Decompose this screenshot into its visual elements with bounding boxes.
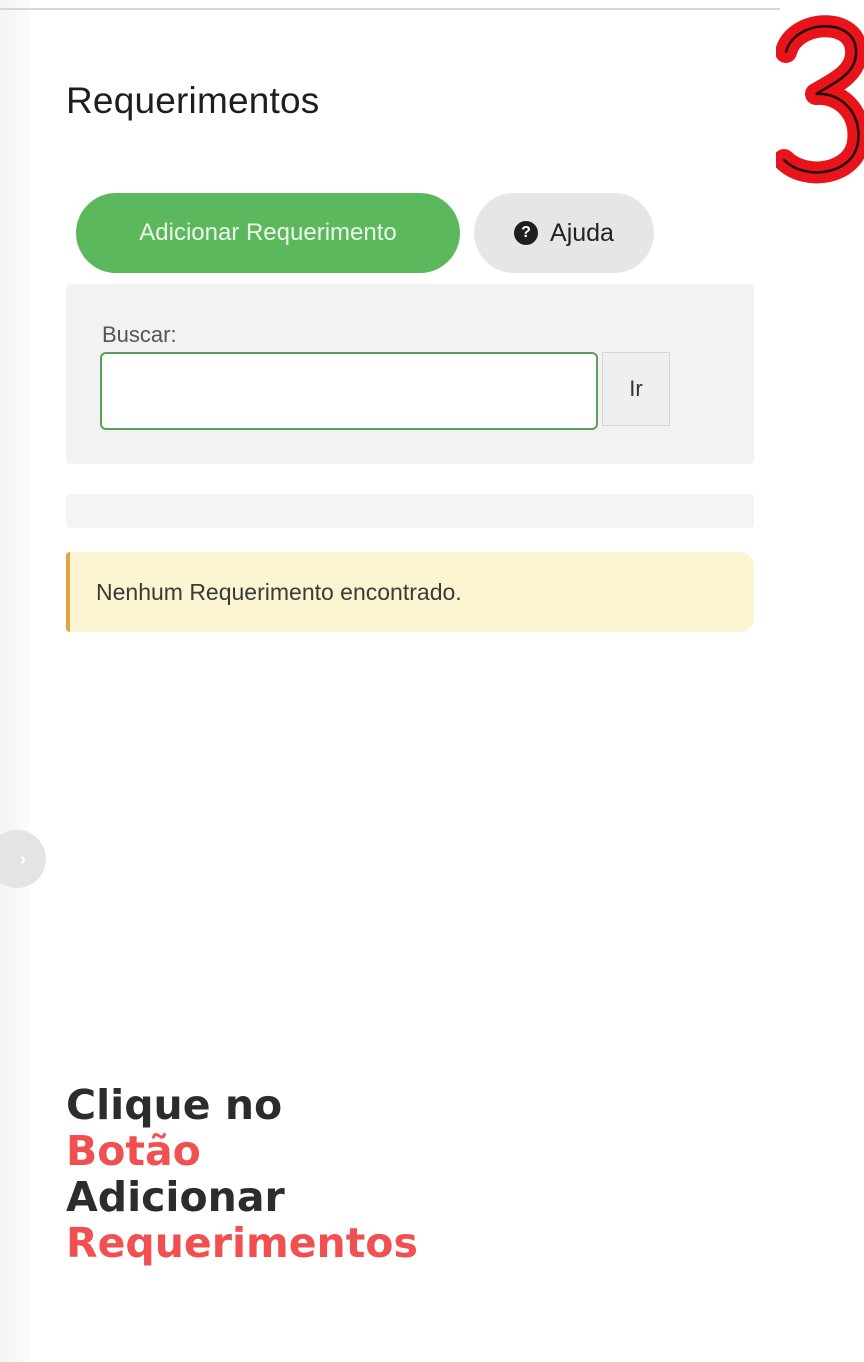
sidebar-strip	[0, 0, 30, 1362]
instruction-line-1: Clique no	[66, 1081, 283, 1129]
right-margin	[780, 0, 864, 1362]
instruction-text: Clique no Botão Adicionar Requerimentos	[66, 1082, 418, 1266]
instruction-line-2: Botão	[66, 1127, 201, 1175]
step-number	[776, 15, 864, 184]
search-panel: Buscar: Ir	[66, 284, 754, 464]
no-results-alert: Nenhum Requerimento encontrado.	[66, 552, 754, 632]
search-input[interactable]	[100, 352, 598, 430]
chevron-right-icon: ›	[20, 848, 26, 869]
top-divider	[0, 8, 780, 10]
question-circle-icon: ?	[514, 221, 539, 245]
page-title: Requerimentos	[66, 80, 320, 121]
instruction-line-4: Requerimentos	[66, 1219, 418, 1267]
alert-message: Nenhum Requerimento encontrado.	[96, 578, 462, 605]
help-button[interactable]: ? Ajuda	[474, 193, 654, 273]
sidebar-toggle-button[interactable]: ›	[0, 830, 46, 888]
add-requerimento-button[interactable]: Adicionar Requerimento	[76, 193, 460, 273]
search-go-button[interactable]: Ir	[602, 352, 670, 426]
instruction-line-3: Adicionar	[66, 1173, 285, 1221]
results-bar	[66, 494, 754, 528]
help-button-label: Ajuda	[550, 218, 614, 247]
search-label: Buscar:	[102, 322, 177, 347]
